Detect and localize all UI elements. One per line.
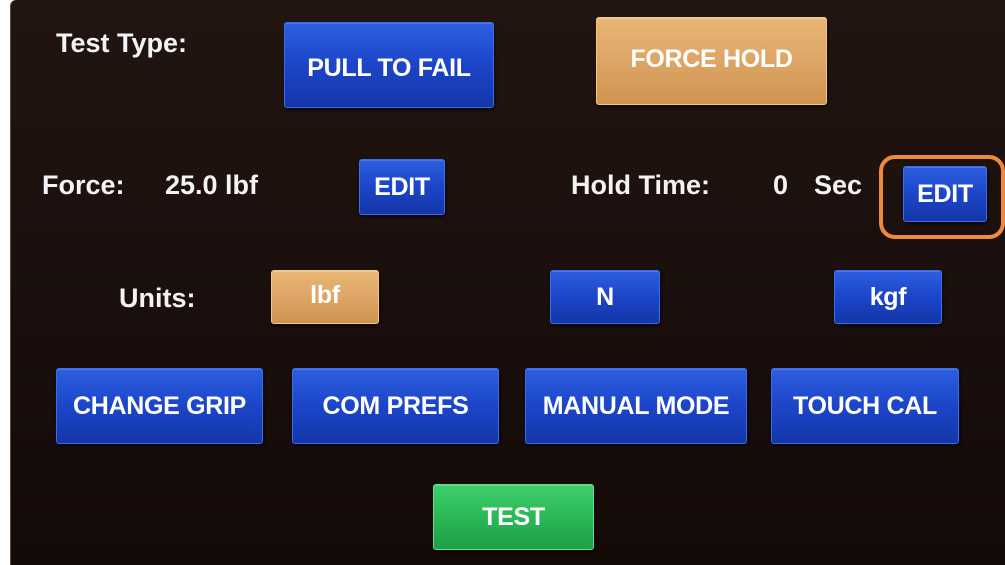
device-frame: Test Type: PULL TO FAIL FORCE HOLD Force… <box>0 0 1005 565</box>
hold-time-label: Hold Time: <box>571 170 711 200</box>
unit-lbf-button[interactable]: lbf <box>271 270 379 324</box>
com-prefs-button[interactable]: COM PREFS <box>292 368 499 444</box>
change-grip-button[interactable]: CHANGE GRIP <box>56 368 263 444</box>
force-value: 25.0 lbf <box>165 170 259 200</box>
manual-mode-button[interactable]: MANUAL MODE <box>525 368 747 444</box>
touch-cal-button[interactable]: TOUCH CAL <box>771 368 959 444</box>
hold-time-unit: Sec <box>814 170 863 200</box>
force-edit-button[interactable]: EDIT <box>359 159 445 215</box>
hold-time-value: 0 <box>773 170 789 200</box>
touch-screen: Test Type: PULL TO FAIL FORCE HOLD Force… <box>10 0 1005 565</box>
force-hold-button[interactable]: FORCE HOLD <box>596 17 827 105</box>
test-button[interactable]: TEST <box>433 484 594 550</box>
force-label: Force: <box>42 170 125 200</box>
unit-n-button[interactable]: N <box>550 270 660 324</box>
hold-time-edit-button[interactable]: EDIT <box>903 166 987 222</box>
test-type-label: Test Type: <box>56 28 188 58</box>
pull-to-fail-button[interactable]: PULL TO FAIL <box>284 22 494 108</box>
unit-kgf-button[interactable]: kgf <box>834 270 942 324</box>
units-label: Units: <box>119 283 196 313</box>
